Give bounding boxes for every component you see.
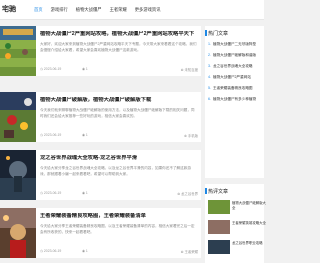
article-date: ◷ 2023-06-19 (40, 249, 62, 253)
article-card[interactable]: 植物大战僵尸2严重网站攻略，植物大战僵尸2严重网站攻略平天下 大家好，欢迎大家来… (0, 26, 201, 76)
nav-item-honor-of-kings[interactable]: 王者荣耀 (110, 7, 127, 13)
article-excerpt: 大家好，欢迎大家来到植物大战僵尸2严重网站攻略平天下专题，今天带大家来看看这个攻… (40, 42, 197, 52)
clock-icon: ◷ (40, 191, 43, 195)
article-card[interactable]: 王者荣耀装备精良攻略图，王者荣耀装备清单 今天给大家分享王者荣耀装备精良攻略图，… (0, 208, 201, 258)
clock-icon: ◷ (40, 133, 43, 137)
recommended-thumbnail[interactable] (208, 220, 230, 234)
recommended-item[interactable]: 王者荣耀英雄攻略大全 (208, 220, 266, 236)
article-date: ◷ 2023-06-19 (40, 191, 62, 195)
nav-item-game-ranking[interactable]: 游戏排行 (51, 7, 68, 13)
nav-item-home[interactable]: 首页 (34, 7, 43, 13)
hot-article-item[interactable]: 5. 王者荣耀装备精良攻略图 (208, 86, 264, 97)
recommended-title: 王者荣耀英雄攻略大全 (232, 221, 266, 225)
article-views: ◉ 1 (82, 133, 88, 137)
hot-article-item[interactable]: 2. 植物大战僵尸破解版和谐版 (208, 53, 264, 64)
article-views: ◉ 1 (82, 191, 88, 195)
article-meta: ◷ 2023-06-19 ◉ 1 ⊗ 手机版 (40, 133, 198, 138)
eye-icon: ◉ (82, 249, 85, 253)
hot-article-item[interactable]: 4. 植物大战僵尸2严重网站 (208, 75, 264, 86)
site-logo[interactable]: 宅驰 (2, 4, 16, 14)
article-card[interactable]: 龙之谷世界战魂大全攻略-龙之谷世界平滑 今天给大家分享龙之谷世界战魂大全攻略，以… (0, 150, 201, 200)
widget-title: 热评文章 (204, 188, 229, 195)
article-title[interactable]: 植物大战僵尸破解版，植物大战僵尸破解版下载 (40, 97, 198, 104)
clock-icon: ◷ (40, 249, 43, 253)
article-card[interactable]: 植物大战僵尸破解版，植物大战僵尸破解版下载 今天我们就来聊聊植物大战僵尸破解版的… (0, 92, 201, 142)
recommended-item[interactable]: 龙之谷世界职业攻略 (208, 240, 264, 256)
main-nav: 首页 游戏排行 植物大战僵尸 王者荣耀 更多游戏资讯 (34, 7, 161, 13)
article-tag[interactable]: ⊗ 未知百度 (181, 67, 198, 72)
article-thumbnail[interactable] (0, 150, 36, 200)
eye-icon: ◉ (82, 133, 85, 137)
article-title[interactable]: 王者荣耀装备精良攻略图，王者荣耀装备清单 (40, 213, 198, 220)
clock-icon: ◷ (40, 67, 43, 71)
article-excerpt: 今天给大家分享龙之谷世界战魂大全攻略，以及龙之谷世界平滑的内容，如果你还不了解这… (40, 166, 191, 176)
article-meta: ◷ 2023-06-19 ◉ 1 ⊗ 未知百度 (40, 67, 198, 72)
hot-article-item[interactable]: 6. 植物大战僵尸有多少种植物 (208, 97, 264, 108)
recommended-item[interactable]: 植物大战僵尸破解版大全 (208, 200, 266, 216)
hot-article-item[interactable]: 1. 植物大战僵尸二无尽版阵型 (208, 42, 264, 53)
article-views: ◉ 1 (82, 67, 88, 71)
recommended-thumbnail[interactable] (208, 240, 230, 254)
eye-icon: ◉ (82, 67, 85, 71)
article-excerpt: 今天我们就来聊聊植物大战僵尸破解版的使用方法，以及植物大战僵尸破解版下载的相关问… (40, 108, 195, 118)
article-thumbnail[interactable] (0, 208, 36, 258)
tag-icon: ⊗ (184, 134, 187, 138)
article-title[interactable]: 植物大战僵尸2严重网站攻略，植物大战僵尸2严重网站攻略平天下 (40, 31, 198, 38)
article-date: ◷ 2023-06-19 (40, 133, 62, 137)
article-title[interactable]: 龙之谷世界战魂大全攻略-龙之谷世界平滑 (40, 155, 198, 162)
recommended-thumbnail[interactable] (208, 200, 230, 214)
hot-article-item[interactable]: 3. 龙之谷世界战魂大全攻略 (208, 64, 264, 75)
article-meta: ◷ 2023-06-19 ◉ 1 ⊗ 龙之谷世界 (40, 191, 198, 196)
hot-articles-widget: 热门文章 1. 植物大战僵尸二无尽版阵型 2. 植物大战僵尸破解版和谐版 3. 龙之谷… (204, 26, 264, 178)
recommended-title: 龙之谷世界职业攻略 (232, 241, 263, 245)
article-tag[interactable]: ⊗ 王者荣耀 (181, 249, 198, 254)
article-views: ◉ 1 (82, 249, 88, 253)
recommended-widget: 热评文章 植物大战僵尸破解版大全 王者荣耀英雄攻略大全 龙之谷世界职业攻略 (204, 184, 266, 263)
top-navigation-bar: 宅驰 首页 游戏排行 植物大战僵尸 王者荣耀 更多游戏资讯 (0, 0, 264, 20)
article-thumbnail[interactable] (0, 92, 36, 142)
article-date: ◷ 2023-06-19 (40, 67, 62, 71)
article-thumbnail[interactable] (0, 26, 36, 76)
eye-icon: ◉ (82, 191, 85, 195)
article-tag[interactable]: ⊗ 手机版 (184, 133, 198, 138)
nav-item-more-news[interactable]: 更多游戏资讯 (135, 7, 161, 13)
hot-articles-list: 1. 植物大战僵尸二无尽版阵型 2. 植物大战僵尸破解版和谐版 3. 龙之谷世界战魂大… (208, 42, 264, 108)
recommended-title: 植物大战僵尸破解版大全 (232, 201, 266, 210)
article-excerpt: 今天给大家分享王者荣耀装备精良攻略图，以及王者荣耀装备清单的内容，相信大家看完之… (40, 224, 195, 234)
tag-icon: ⊗ (177, 192, 181, 196)
article-tag[interactable]: ⊗ 龙之谷世界 (177, 191, 198, 196)
article-meta: ◷ 2023-06-19 ◉ 1 ⊗ 王者荣耀 (40, 249, 198, 254)
nav-item-pvz[interactable]: 植物大战僵尸 (76, 7, 102, 13)
widget-title: 热门文章 (204, 30, 229, 37)
